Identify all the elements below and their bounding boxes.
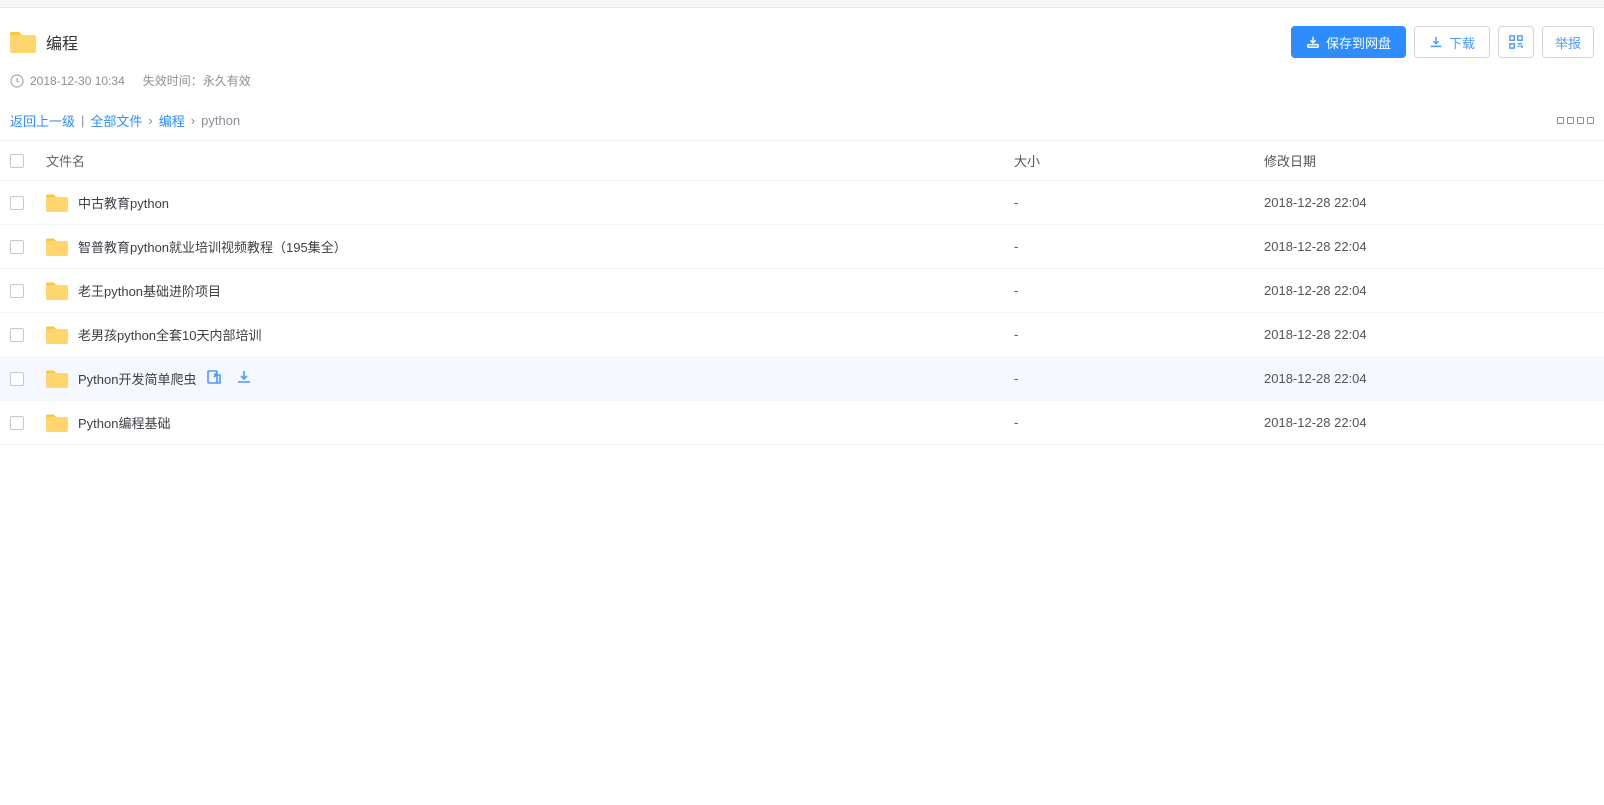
file-date: 2018-12-28 22:04 xyxy=(1264,195,1367,210)
row-actions xyxy=(206,369,264,388)
file-size: - xyxy=(1014,371,1018,386)
table-row[interactable]: Python编程基础 - 2018-12-28 22:04 xyxy=(0,401,1604,445)
file-size: - xyxy=(1014,415,1018,430)
select-all-checkbox[interactable] xyxy=(10,154,24,168)
breadcrumb-all-files[interactable]: 全部文件 xyxy=(90,111,142,130)
file-size: - xyxy=(1014,327,1018,342)
file-size: - xyxy=(1014,239,1018,254)
folder-icon xyxy=(46,370,68,388)
file-name[interactable]: 智普教育python就业培训视频教程（195集全） xyxy=(78,237,347,256)
folder-icon xyxy=(46,282,68,300)
col-header-date: 修改日期 xyxy=(1264,154,1316,169)
page-title: 编程 xyxy=(46,30,78,54)
window-top-bar xyxy=(0,0,1604,8)
report-label: 举报 xyxy=(1555,33,1581,52)
folder-icon xyxy=(46,414,68,432)
table-header: 文件名 大小 修改日期 xyxy=(0,141,1604,181)
report-button[interactable]: 举报 xyxy=(1542,26,1594,58)
row-checkbox[interactable] xyxy=(10,416,24,430)
file-table: 文件名 大小 修改日期 中古教育python - 2018-12-28 22:0… xyxy=(0,140,1604,445)
header-actions: 保存到网盘 下载 举报 xyxy=(1291,26,1594,58)
folder-icon xyxy=(46,194,68,212)
table-row[interactable]: Python开发简单爬虫 - 2018-12-28 22:04 xyxy=(0,357,1604,401)
file-date: 2018-12-28 22:04 xyxy=(1264,283,1367,298)
qr-code-button[interactable] xyxy=(1498,26,1534,58)
table-row[interactable]: 老王python基础进阶项目 - 2018-12-28 22:04 xyxy=(0,269,1604,313)
download-icon[interactable] xyxy=(236,369,252,388)
folder-icon xyxy=(46,326,68,344)
share-datetime: 2018-12-30 10:34 xyxy=(30,74,125,88)
clock-icon xyxy=(10,74,24,88)
file-size: - xyxy=(1014,195,1018,210)
file-name[interactable]: 老王python基础进阶项目 xyxy=(78,281,221,300)
meta-row: 2018-12-30 10:34 失效时间：永久有效 xyxy=(10,72,1594,89)
row-checkbox[interactable] xyxy=(10,372,24,386)
share-icon[interactable] xyxy=(206,369,222,388)
chevron-right-icon: › xyxy=(189,113,197,128)
table-row[interactable]: 智普教育python就业培训视频教程（195集全） - 2018-12-28 2… xyxy=(0,225,1604,269)
file-date: 2018-12-28 22:04 xyxy=(1264,327,1367,342)
folder-icon xyxy=(10,31,36,53)
file-date: 2018-12-28 22:04 xyxy=(1264,415,1367,430)
save-to-netdisk-button[interactable]: 保存到网盘 xyxy=(1291,26,1406,58)
col-header-size: 大小 xyxy=(1014,154,1040,169)
download-label: 下载 xyxy=(1449,33,1475,52)
file-date: 2018-12-28 22:04 xyxy=(1264,371,1367,386)
file-name[interactable]: Python编程基础 xyxy=(78,413,170,432)
file-name[interactable]: Python开发简单爬虫 xyxy=(78,369,196,388)
row-checkbox[interactable] xyxy=(10,240,24,254)
row-checkbox[interactable] xyxy=(10,196,24,210)
file-date: 2018-12-28 22:04 xyxy=(1264,239,1367,254)
file-name[interactable]: 老男孩python全套10天内部培训 xyxy=(78,325,262,344)
row-checkbox[interactable] xyxy=(10,328,24,342)
save-label: 保存到网盘 xyxy=(1326,33,1391,52)
breadcrumb-folder[interactable]: 编程 xyxy=(159,111,185,130)
download-icon xyxy=(1429,35,1443,49)
row-checkbox[interactable] xyxy=(10,284,24,298)
table-row[interactable]: 中古教育python - 2018-12-28 22:04 xyxy=(0,181,1604,225)
folder-icon xyxy=(46,238,68,256)
breadcrumb-back[interactable]: 返回上一级 xyxy=(10,111,75,130)
chevron-right-icon: › xyxy=(146,113,154,128)
download-button[interactable]: 下载 xyxy=(1414,26,1490,58)
save-icon xyxy=(1306,35,1320,49)
expiry-label: 失效时间：永久有效 xyxy=(143,72,251,89)
qr-code-icon xyxy=(1509,35,1523,49)
file-size: - xyxy=(1014,283,1018,298)
grid-view-toggle[interactable] xyxy=(1557,117,1594,124)
file-name[interactable]: 中古教育python xyxy=(78,193,169,212)
table-row[interactable]: 老男孩python全套10天内部培训 - 2018-12-28 22:04 xyxy=(0,313,1604,357)
col-header-name: 文件名 xyxy=(46,151,85,170)
breadcrumb-sep: | xyxy=(79,113,86,128)
breadcrumb: 返回上一级 | 全部文件 › 编程 › python xyxy=(10,111,1594,130)
breadcrumb-current: python xyxy=(201,113,240,128)
